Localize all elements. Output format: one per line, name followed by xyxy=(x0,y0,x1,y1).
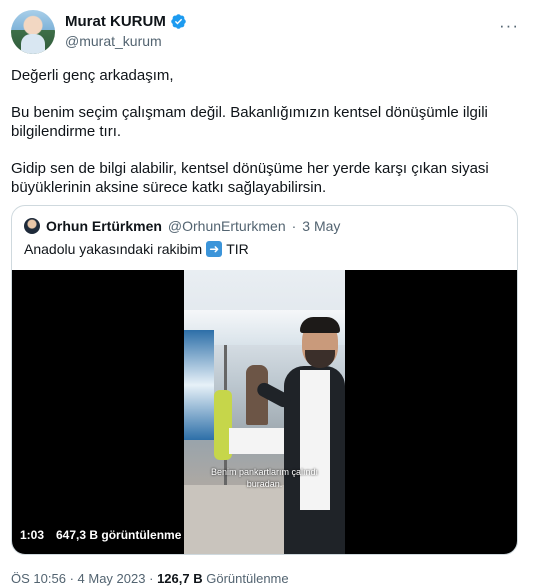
author-info: Murat KURUM @murat_kurum xyxy=(65,13,187,49)
quoted-author-name: Orhun Ertürkmen xyxy=(46,218,162,234)
separator-dot: · xyxy=(69,571,74,586)
tweet-date[interactable]: 4 May 2023 xyxy=(78,571,146,586)
tweet-footer: ÖS 10:56 · 4 May 2023 · 126,7 B Görüntül… xyxy=(11,571,289,586)
video-frame: Benim pankartlarım çalındı buradan. xyxy=(184,270,345,554)
video-view-count: 647,3 B görüntülenme xyxy=(56,528,182,542)
video-player[interactable]: Benim pankartlarım çalındı buradan. 1:03… xyxy=(12,270,517,554)
quoted-text: Anadolu yakasındaki rakibim ➜ TIR xyxy=(24,241,249,257)
tweet-paragraph: Gidip sen de bilgi alabilir, kentsel dön… xyxy=(11,160,489,196)
separator-dot: · xyxy=(291,218,297,234)
tweet-paragraph: Bu benim seçim çalışmam değil. Bakanlığı… xyxy=(11,104,488,140)
quoted-author-handle: @OrhunErturkmen xyxy=(167,218,286,234)
tweet-header: Murat KURUM @murat_kurum ··· xyxy=(11,10,525,54)
tweet-text: Değerli genç arkadaşım, Bu benim seçim ç… xyxy=(11,66,521,215)
author-avatar[interactable] xyxy=(11,10,55,54)
right-arrow-emoji-icon: ➜ xyxy=(206,241,223,257)
tweet-paragraph: Değerli genç arkadaşım, xyxy=(11,67,174,84)
author-name[interactable]: Murat KURUM xyxy=(65,13,166,30)
video-duration: 1:03 xyxy=(20,528,45,542)
verified-badge-icon xyxy=(171,14,186,29)
author-handle[interactable]: @murat_kurum xyxy=(65,33,187,49)
separator-dot: · xyxy=(149,571,154,586)
quoted-date: 3 May xyxy=(302,218,341,234)
tweet-time[interactable]: ÖS 10:56 xyxy=(11,571,66,586)
more-options-icon[interactable]: ··· xyxy=(499,16,519,36)
video-subtitle-line: Benim pankartlarım çalındı xyxy=(210,467,319,477)
quoted-text-before: Anadolu yakasındaki rakibim xyxy=(24,241,203,257)
quoted-text-after: TIR xyxy=(226,241,249,257)
views-count: 126,7 B xyxy=(157,571,203,586)
video-subtitle-line: buradan. xyxy=(246,479,283,489)
quoted-tweet-header: Orhun Ertürkmen @OrhunErturkmen · 3 May xyxy=(24,218,340,234)
quoted-tweet[interactable]: Orhun Ertürkmen @OrhunErturkmen · 3 May … xyxy=(11,205,518,555)
video-subtitle: Benim pankartlarım çalındı buradan. xyxy=(184,466,345,490)
views-label: Görüntülenme xyxy=(206,571,289,586)
quoted-author-avatar xyxy=(24,218,40,234)
